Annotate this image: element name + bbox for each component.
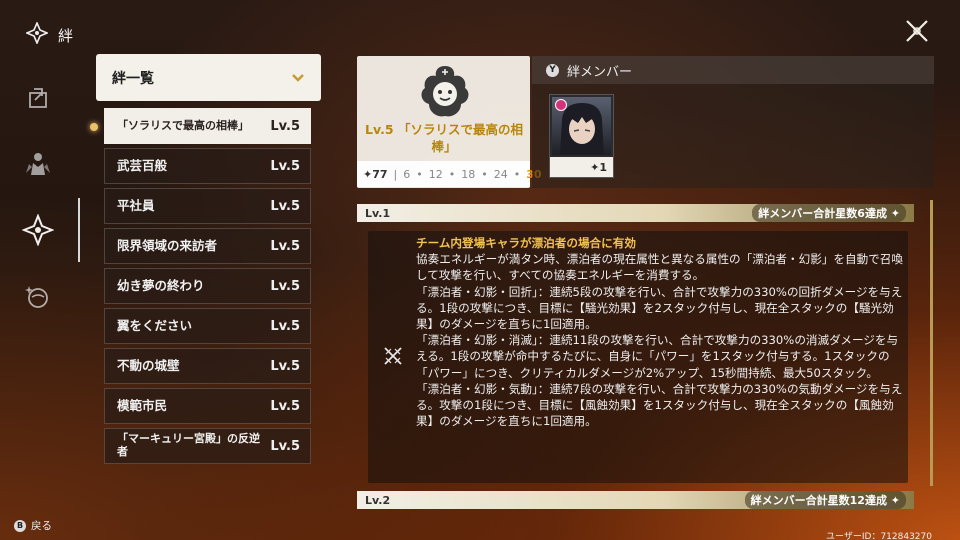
- bond-star-icon: [24, 20, 50, 48]
- rail-item-gift[interactable]: [18, 276, 58, 316]
- bond-list-dropdown[interactable]: 絆一覧: [96, 54, 321, 101]
- bond-level: Lv.5: [270, 238, 300, 254]
- threshold-value: 18: [461, 167, 476, 181]
- characters-silhouette-icon: [26, 153, 50, 175]
- bond-title: Lv.5 「ソラリスで最高の相棒」: [361, 122, 527, 156]
- list-item[interactable]: 平社員 Lv.5: [104, 188, 311, 224]
- list-item[interactable]: 「ソラリスで最高の相棒」 Lv.5: [104, 108, 311, 144]
- level-bar: Lv.1 絆メンバー合計星数6達成 ✦: [357, 204, 914, 222]
- bond-title-level: Lv.5: [365, 122, 394, 137]
- bond-level: Lv.5: [270, 118, 300, 134]
- rail-active-indicator: [78, 198, 80, 262]
- members-title: 絆メンバー: [567, 64, 633, 80]
- export-arrow-icon: [29, 88, 47, 108]
- crossed-swords-icon: [384, 347, 402, 365]
- bond-name: 幼き夢の終わり: [117, 277, 205, 293]
- bond-name: 翼をください: [117, 317, 193, 333]
- effect-paragraph: 協奏エネルギーが満タン時、漂泊者の現在属性と異なる属性の「漂泊者・幻影」を自動で…: [416, 252, 903, 283]
- top-bar: 絆: [24, 20, 74, 48]
- threshold-separator: •: [481, 167, 488, 181]
- effect-paragraph: 「漂泊者・幻影・回折」：連続5段の攻撃を行い、合計で攻撃力の330%の回折ダメー…: [416, 284, 903, 332]
- bond-name: 平社員: [117, 197, 155, 213]
- effect-description: チーム内登場キャラが漂泊者の場合に有効 協奏エネルギーが満タン時、漂泊者の現在属…: [416, 235, 906, 429]
- star-total: ✦77: [363, 167, 388, 181]
- bond-level: Lv.5: [270, 438, 300, 454]
- list-item[interactable]: 翼をください Lv.5: [104, 308, 311, 344]
- separator: |: [393, 167, 398, 181]
- effect-paragraph: 「漂泊者・幻影・消滅」：連続11段の攻撃を行い、合計で攻撃力の330%の消滅ダメ…: [416, 333, 899, 380]
- level-label: Lv.2: [365, 493, 391, 507]
- list-item[interactable]: 武芸百般 Lv.5: [104, 148, 311, 184]
- threshold-value: 6: [403, 167, 411, 181]
- rail-item-bond[interactable]: [18, 210, 58, 250]
- bond-level: Lv.5: [270, 358, 300, 374]
- attribute-badge-icon: [555, 99, 567, 111]
- member-card[interactable]: ✦1: [549, 94, 614, 178]
- rail-item-export[interactable]: [18, 78, 58, 118]
- members-header: Y 絆メンバー: [532, 56, 934, 84]
- level-requirement: 絆メンバー合計星数6達成 ✦: [752, 204, 906, 222]
- y-button-icon[interactable]: Y: [546, 63, 559, 77]
- bond-level: Lv.5: [270, 198, 300, 214]
- level-requirement: 絆メンバー合計星数12達成 ✦: [744, 491, 906, 509]
- left-rail: [18, 78, 62, 342]
- threshold-separator: •: [416, 167, 423, 181]
- mascot-emblem-icon: [421, 66, 469, 117]
- bond-name: 不動の城壁: [117, 357, 180, 373]
- bond-name: 模範市民: [117, 397, 168, 413]
- bond-name: 限界領域の来訪者: [117, 237, 218, 253]
- bond-level: Lv.5: [270, 398, 300, 414]
- gift-orb-icon: [25, 286, 48, 308]
- bond-level: Lv.5: [270, 318, 300, 334]
- selection-dot: [90, 123, 98, 131]
- threshold-value: 24: [493, 167, 508, 181]
- bond-list-title: 絆一覧: [112, 70, 154, 87]
- list-item[interactable]: 模範市民 Lv.5: [104, 388, 311, 424]
- bond-name: 「ソラリスで最高の相棒」: [117, 118, 249, 132]
- back-button[interactable]: B 戻る: [14, 518, 52, 533]
- close-button[interactable]: [904, 18, 930, 44]
- bond-level: Lv.5: [270, 278, 300, 294]
- effect-paragraph: 「漂泊者・幻影・気動」：連続7段の攻撃を行い、合計で攻撃力の330%の気動ダメー…: [416, 381, 903, 429]
- crossed-lines-close-icon: [906, 20, 928, 42]
- chevron-down-icon: [292, 73, 304, 82]
- star-threshold-row: ✦77 | 6 • 12 • 18 • 24 • 30: [357, 161, 542, 187]
- scrollbar[interactable]: [930, 200, 933, 486]
- effect-condition: チーム内登場キャラが漂泊者の場合に有効: [416, 236, 636, 250]
- threshold-separator: •: [513, 167, 521, 181]
- bond-title-name: 「ソラリスで最高の相棒」: [397, 122, 523, 154]
- bond-level: Lv.5: [270, 158, 300, 174]
- user-id: ユーザーID：712843270: [826, 532, 932, 540]
- list-item[interactable]: 「マーキュリー宮殿」の反逆者 Lv.5: [104, 428, 311, 464]
- back-label: 戻る: [31, 520, 52, 532]
- page-title: 絆: [58, 26, 74, 45]
- list-item[interactable]: 不動の城壁 Lv.5: [104, 348, 311, 384]
- threshold-separator: •: [448, 167, 456, 181]
- bond-name: 「マーキュリー宮殿」の反逆者: [117, 432, 260, 458]
- rail-item-characters[interactable]: [18, 144, 58, 184]
- bond-star-icon: [22, 214, 54, 246]
- bond-name: 武芸百般: [117, 157, 168, 173]
- list-item[interactable]: 幼き夢の終わり Lv.5: [104, 268, 311, 304]
- level-bar: Lv.2 絆メンバー合計星数12達成 ✦: [357, 491, 914, 509]
- member-star: ✦1: [550, 157, 613, 177]
- b-button-icon: B: [14, 519, 26, 532]
- bond-list: 「ソラリスで最高の相棒」 Lv.5 武芸百般 Lv.5 平社員 Lv.5 限界領…: [104, 108, 311, 468]
- level-label: Lv.1: [365, 206, 391, 220]
- threshold-value: 12: [428, 167, 443, 181]
- list-item[interactable]: 限界領域の来訪者 Lv.5: [104, 228, 311, 264]
